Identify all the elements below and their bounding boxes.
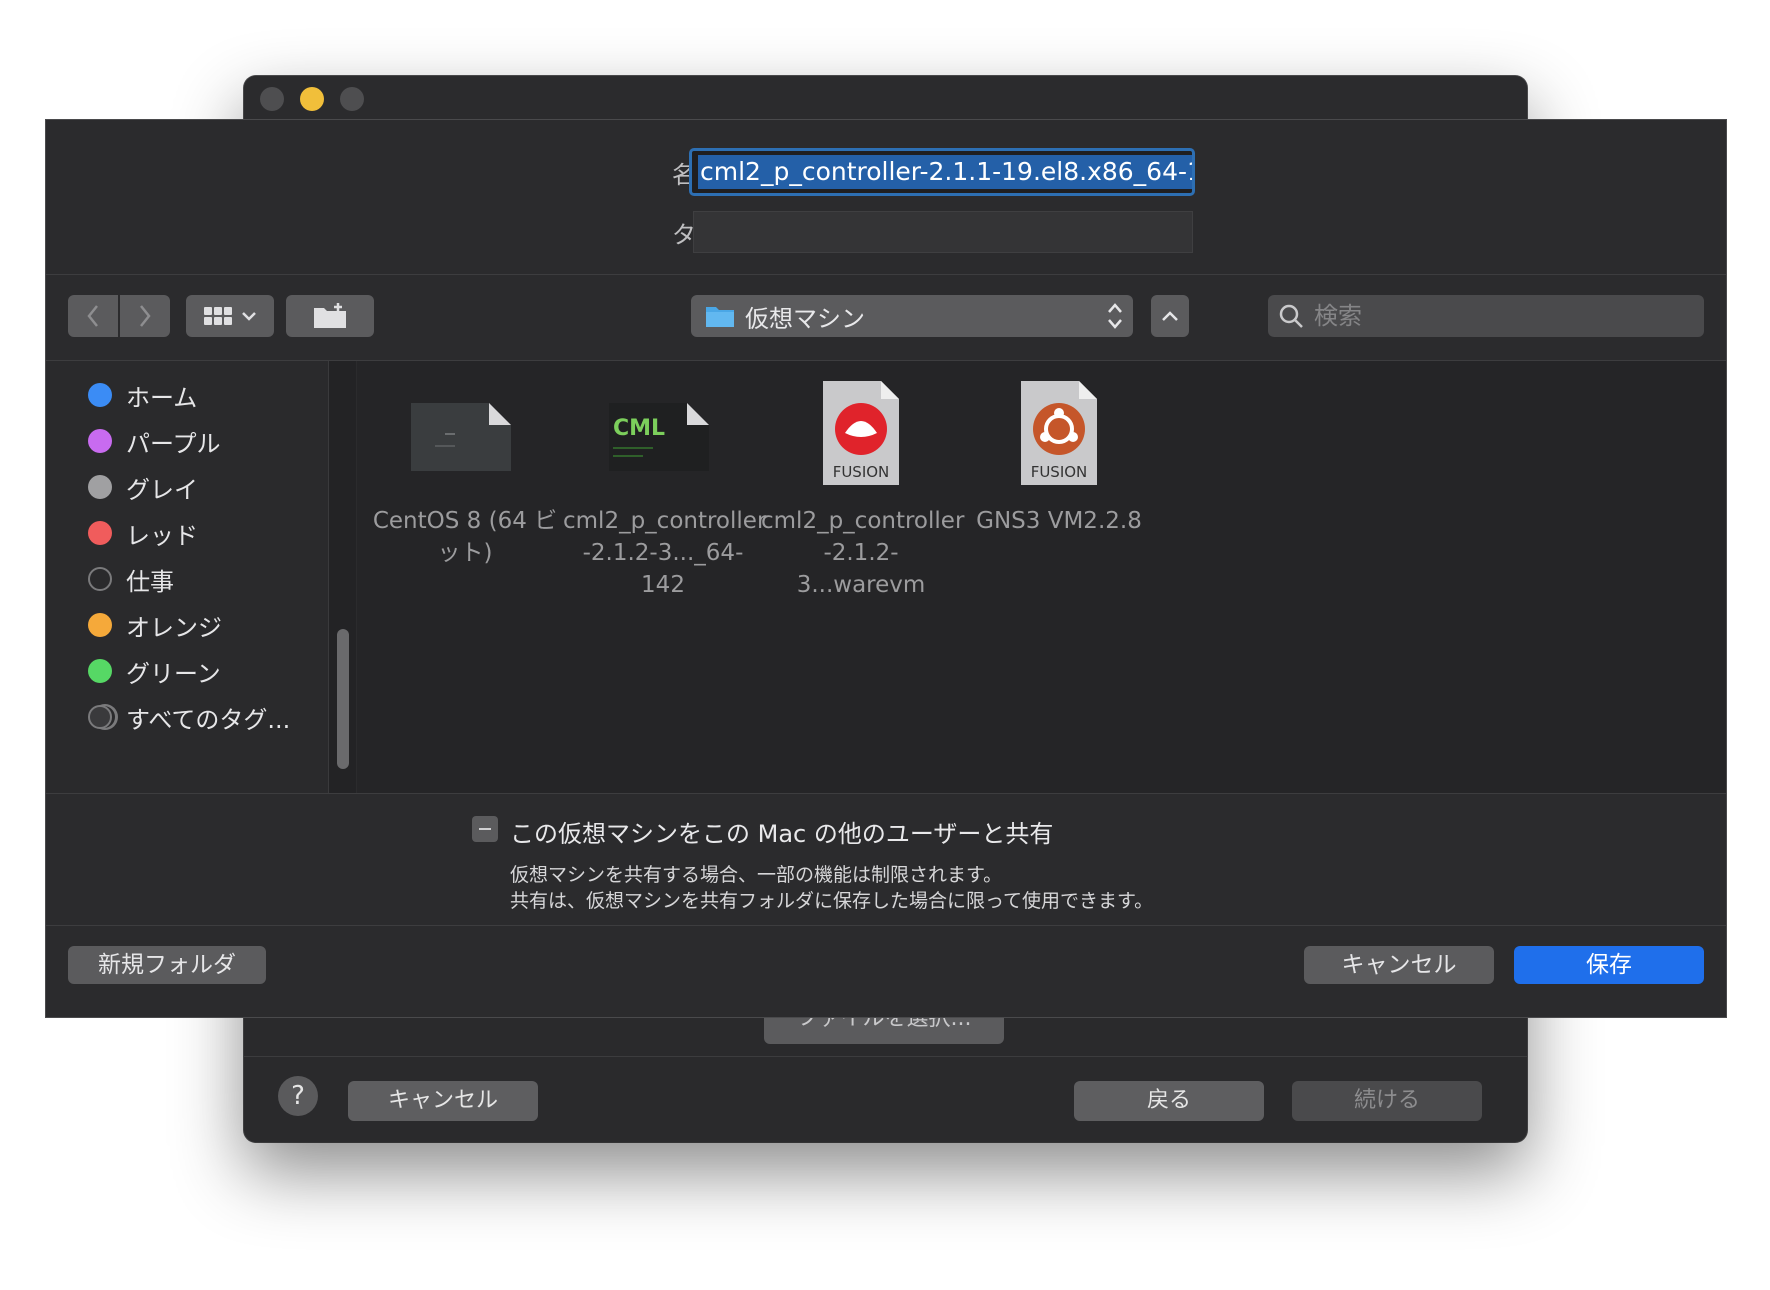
sidebar: ホーム パープル グレイ レッド 仕事 オレンジ グリーン すべてのタグ... <box>46 361 328 793</box>
parent-cancel-button[interactable]: キャンセル <box>348 1081 538 1121</box>
search-icon <box>1279 304 1303 328</box>
sidebar-item-label: すべてのタグ... <box>126 705 291 734</box>
back-button[interactable]: 戻る <box>1074 1081 1264 1121</box>
zoom-window-button[interactable] <box>340 87 364 111</box>
sidebar-item-green[interactable]: グリーン <box>88 651 221 691</box>
sidebar-item-label: パープル <box>126 429 221 458</box>
back-nav-button[interactable] <box>68 295 118 337</box>
share-label: この仮想マシンをこの Mac の他のユーザーと共有 <box>510 820 1054 848</box>
red-tag-icon <box>88 521 112 545</box>
share-note-1: 仮想マシンを共有する場合、一部の機能は制限されます。 <box>510 864 1003 886</box>
search-field[interactable] <box>1268 295 1704 337</box>
minimize-window-button[interactable] <box>300 87 324 111</box>
sidebar-item-label: レッド <box>126 521 198 550</box>
chevron-left-icon <box>87 305 98 327</box>
file-name: cml2_p_controller -2.1.2-3...warevm <box>761 508 965 598</box>
header-divider <box>46 274 1726 275</box>
collapse-browser-button[interactable] <box>1151 295 1189 337</box>
file-name: CentOS 8 (64 ビット) <box>372 508 558 566</box>
location-label: 仮想マシン <box>745 304 865 333</box>
name-field[interactable]: cml2_p_controller-2.1.1-19.el8.x86_64-13 <box>689 148 1195 196</box>
share-note-2: 共有は、仮想マシンを共有フォルダに保存した場合に限って使用できます。 <box>510 890 1154 912</box>
tag-field[interactable] <box>693 211 1193 253</box>
orange-tag-icon <box>88 613 112 637</box>
gray-tag-icon <box>88 475 112 499</box>
sidebar-item-purple[interactable]: パープル <box>88 421 221 461</box>
sidebar-item-home[interactable]: ホーム <box>88 375 197 415</box>
ubuntu-fusion-icon: FUSION <box>959 373 1159 493</box>
sidebar-item-label: オレンジ <box>126 613 222 642</box>
continue-button[interactable]: 続ける <box>1292 1081 1482 1121</box>
redhat-fusion-icon: FUSION <box>761 373 961 493</box>
save-button[interactable]: 保存 <box>1514 946 1704 984</box>
share-checkbox[interactable] <box>472 816 498 842</box>
forward-nav-button[interactable] <box>120 295 170 337</box>
sidebar-item-label: 仕事 <box>126 567 174 596</box>
file-item-cml2-2[interactable]: FUSION cml2_p_controller -2.1.2-3...ware… <box>761 373 965 601</box>
file-grid: CentOS 8 (64 ビット) CML cml2_p_controller … <box>357 361 1726 793</box>
file-name: cml2_p_controller -2.1.2-3..._64-142 <box>563 508 767 598</box>
sidebar-item-label: グレイ <box>126 475 198 504</box>
sidebar-item-gray[interactable]: グレイ <box>88 467 198 507</box>
sidebar-item-work[interactable]: 仕事 <box>88 559 174 599</box>
blue-tag-icon <box>88 383 112 407</box>
close-window-button[interactable] <box>260 87 284 111</box>
parent-titlebar <box>244 76 1527 120</box>
file-item-cml2-1[interactable]: CML cml2_p_controller -2.1.2-3..._64-142 <box>563 373 767 601</box>
grid-view-icon <box>204 307 232 325</box>
sidebar-item-all-tags[interactable]: すべてのタグ... <box>88 697 290 737</box>
sidebar-scroll-thumb[interactable] <box>337 629 349 769</box>
file-item-gns3[interactable]: FUSION GNS3 VM2.2.8 <box>959 373 1159 537</box>
new-folder-button[interactable]: 新規フォルダ <box>68 946 266 984</box>
save-sheet: 名前: cml2_p_controller-2.1.1-19.el8.x86_6… <box>45 119 1727 1018</box>
chevron-up-icon <box>1162 311 1178 321</box>
cml-badge: CML <box>613 416 665 441</box>
name-value: cml2_p_controller-2.1.1-19.el8.x86_64-13 <box>698 155 1192 189</box>
footer-divider <box>46 925 1726 926</box>
all-tags-icon <box>88 705 112 729</box>
sidebar-item-label: ホーム <box>126 383 198 412</box>
location-popup[interactable]: 仮想マシン <box>691 295 1133 337</box>
folder-icon <box>706 307 734 327</box>
cancel-button[interactable]: キャンセル <box>1304 946 1494 984</box>
sidebar-item-orange[interactable]: オレンジ <box>88 605 222 645</box>
green-tag-icon <box>88 659 112 683</box>
chevron-down-icon <box>242 312 256 321</box>
fusion-badge: FUSION <box>1031 463 1088 481</box>
vm-thumbnail-icon <box>365 373 565 493</box>
browser-divider <box>46 793 1726 794</box>
purple-tag-icon <box>88 429 112 453</box>
sidebar-item-red[interactable]: レッド <box>88 513 198 553</box>
folder-plus-icon <box>314 303 346 328</box>
new-folder-icon-button[interactable] <box>286 295 374 337</box>
file-name: GNS3 VM2.2.8 <box>976 508 1142 534</box>
fusion-badge: FUSION <box>833 463 890 481</box>
cml-vm-thumbnail-icon: CML <box>563 373 763 493</box>
chevron-right-icon <box>140 305 151 327</box>
view-mode-button[interactable] <box>186 295 274 337</box>
empty-tag-icon <box>88 567 112 591</box>
sidebar-scrollbar[interactable] <box>328 361 356 793</box>
file-item-centos[interactable]: CentOS 8 (64 ビット) <box>365 373 565 569</box>
search-input[interactable] <box>1312 301 1672 331</box>
sidebar-item-label: グリーン <box>126 659 221 688</box>
up-down-stepper-icon <box>1108 303 1122 329</box>
parent-divider <box>244 1056 1527 1057</box>
help-button[interactable]: ? <box>278 1076 318 1116</box>
